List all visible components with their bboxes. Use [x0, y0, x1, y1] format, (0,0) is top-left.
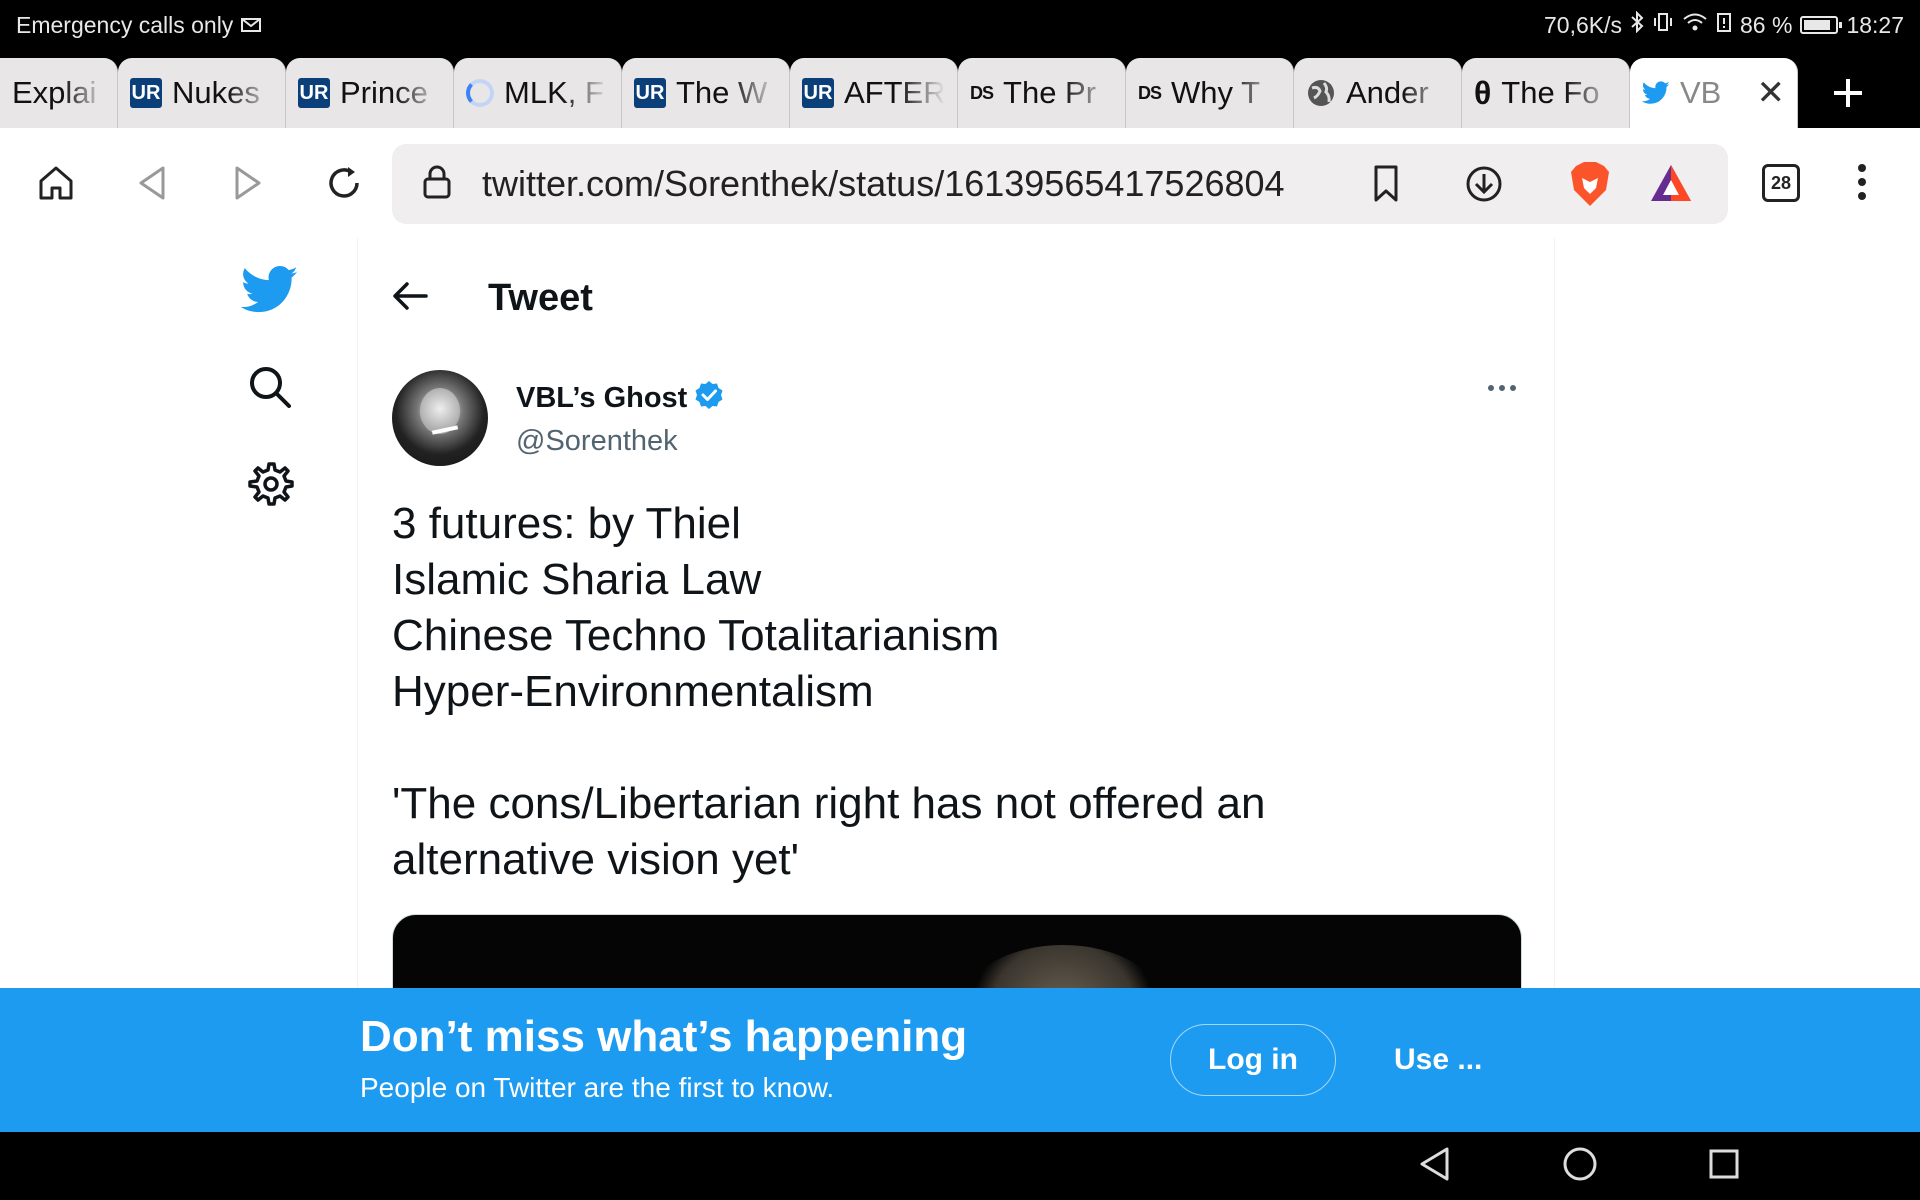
bluetooth-icon — [1630, 10, 1644, 39]
ur-logo-icon: UR — [298, 78, 330, 108]
page-header: Tweet — [392, 268, 593, 328]
sidebar-nav — [232, 266, 308, 513]
tab-title: Nukes — [172, 75, 260, 110]
ur-logo-icon: UR — [802, 78, 834, 108]
tweet-line — [392, 720, 1522, 776]
ur-logo-icon: UR — [634, 78, 666, 108]
browser-tab[interactable]: UR Prince — [286, 58, 454, 128]
tab-title: The Pr — [1003, 75, 1097, 110]
mail-icon — [241, 12, 262, 39]
tab-title: The W — [676, 75, 768, 110]
wifi-icon — [1682, 12, 1708, 38]
reload-icon[interactable] — [296, 135, 392, 231]
ds-logo-icon: DS — [970, 82, 994, 103]
home-icon[interactable] — [8, 135, 104, 231]
avatar[interactable] — [392, 370, 488, 466]
battery-percent: 86 % — [1740, 11, 1793, 38]
column-divider — [357, 238, 358, 988]
tweet-line: 3 futures: by Thiel — [392, 499, 741, 548]
use-app-button[interactable]: Use ... — [1394, 1024, 1482, 1096]
loading-spinner-icon — [466, 79, 494, 107]
browser-tab[interactable]: Ander — [1294, 58, 1462, 128]
new-tab-plus-icon[interactable] — [1798, 58, 1898, 128]
login-prompt-banner: Don’t miss what’s happening People on Tw… — [0, 988, 1920, 1132]
lock-icon — [422, 164, 452, 205]
browser-tab[interactable]: Explai — [0, 58, 118, 128]
close-tab-icon[interactable]: ✕ — [1757, 73, 1786, 113]
browser-tab[interactable]: UR Nukes — [118, 58, 286, 128]
browser-tab[interactable]: UR The W — [622, 58, 790, 128]
more-options-icon[interactable] — [1488, 378, 1524, 398]
browser-tab[interactable]: θ The Fo — [1462, 58, 1630, 128]
tweet-line: alternative vision yet' — [392, 835, 800, 884]
tab-title: Why T — [1171, 75, 1261, 110]
tab-title: Explai — [12, 75, 97, 110]
browser-tab[interactable]: MLK, F — [454, 58, 622, 128]
settings-gear-icon[interactable] — [246, 460, 294, 513]
brave-shields-icon[interactable] — [1568, 160, 1612, 213]
user-handle[interactable]: @Sorenthek — [516, 425, 725, 458]
tab-title: VB — [1680, 75, 1722, 110]
menu-more-icon[interactable] — [1850, 158, 1874, 213]
globe-icon — [1306, 78, 1336, 108]
battery-alert-icon — [1716, 11, 1732, 39]
back-icon[interactable] — [104, 135, 200, 231]
browser-tab[interactable]: UR AFTER — [790, 58, 958, 128]
tweet-author: VBL’s Ghost @Sorenthek — [392, 370, 725, 466]
browser-tab[interactable]: DS The Pr — [958, 58, 1126, 128]
tab-title: Prince — [340, 75, 428, 110]
clock: 18:27 — [1846, 11, 1904, 38]
status-carrier-text: Emergency calls only — [16, 11, 234, 38]
tweet-line: 'The cons/Libertarian right has not offe… — [392, 779, 1266, 828]
network-speed: 70,6K/s — [1544, 11, 1622, 38]
forward-icon[interactable] — [200, 135, 296, 231]
bat-rewards-icon[interactable] — [1648, 162, 1694, 209]
tweet-text: 3 futures: by Thiel Islamic Sharia Law Chi… — [392, 496, 1522, 888]
display-name[interactable]: VBL’s Ghost — [516, 382, 687, 415]
browser-toolbar: twitter.com/Sorenthek/status/16139565417… — [0, 128, 1920, 238]
browser-tab[interactable]: DS Why T — [1126, 58, 1294, 128]
address-bar[interactable]: twitter.com/Sorenthek/status/16139565417… — [392, 144, 1728, 224]
login-button[interactable]: Log in — [1170, 1024, 1336, 1096]
theta-icon: θ — [1474, 74, 1492, 111]
banner-subline: People on Twitter are the first to know. — [360, 1072, 835, 1103]
twitter-logo-icon[interactable] — [240, 266, 299, 319]
twitter-bird-icon — [1642, 81, 1670, 105]
tab-switcher-button[interactable]: 28 — [1762, 164, 1800, 202]
nav-back-icon[interactable] — [1418, 1146, 1452, 1187]
tweet-line: Hyper-Environmentalism — [392, 667, 874, 716]
back-arrow-icon[interactable] — [392, 281, 428, 316]
tab-count: 28 — [1762, 164, 1800, 202]
search-icon[interactable] — [246, 363, 294, 416]
page-title: Tweet — [488, 276, 593, 319]
tab-title: The Fo — [1501, 75, 1600, 110]
banner-headline: Don’t miss what’s happening — [360, 1012, 968, 1061]
nav-home-icon[interactable] — [1562, 1146, 1598, 1187]
ur-logo-icon: UR — [130, 78, 162, 108]
url-text[interactable]: twitter.com/Sorenthek/status/16139565417… — [482, 163, 1337, 205]
browser-tab[interactable]: VB ✕ — [1630, 58, 1798, 128]
tweet-media-image[interactable] — [392, 914, 1522, 988]
battery-icon — [1800, 16, 1843, 34]
download-icon[interactable] — [1464, 164, 1504, 209]
tweet-line: Chinese Techno Totalitarianism — [392, 611, 1000, 660]
tab-title: MLK, F — [504, 75, 604, 110]
bookmark-icon[interactable] — [1372, 164, 1400, 209]
nav-recents-icon[interactable] — [1708, 1148, 1740, 1185]
status-bar: Emergency calls only 70,6K/s 86 % 18:27 — [0, 0, 1920, 50]
tab-title: AFTER — [844, 75, 945, 110]
verified-badge-icon — [693, 379, 725, 419]
system-nav-bar — [0, 1132, 1920, 1200]
tweet-line: Islamic Sharia Law — [392, 555, 762, 604]
tab-title: Ander — [1346, 75, 1429, 110]
ds-logo-icon: DS — [1138, 82, 1162, 103]
column-divider — [1554, 238, 1555, 988]
tab-strip: Explai UR Nukes UR Prince MLK, F UR The W UR AFTE… — [0, 50, 1920, 128]
vibrate-icon — [1652, 11, 1674, 39]
twitter-page: Tweet VBL’s Ghost @Sorenthek 3 futures: … — [0, 238, 1920, 988]
